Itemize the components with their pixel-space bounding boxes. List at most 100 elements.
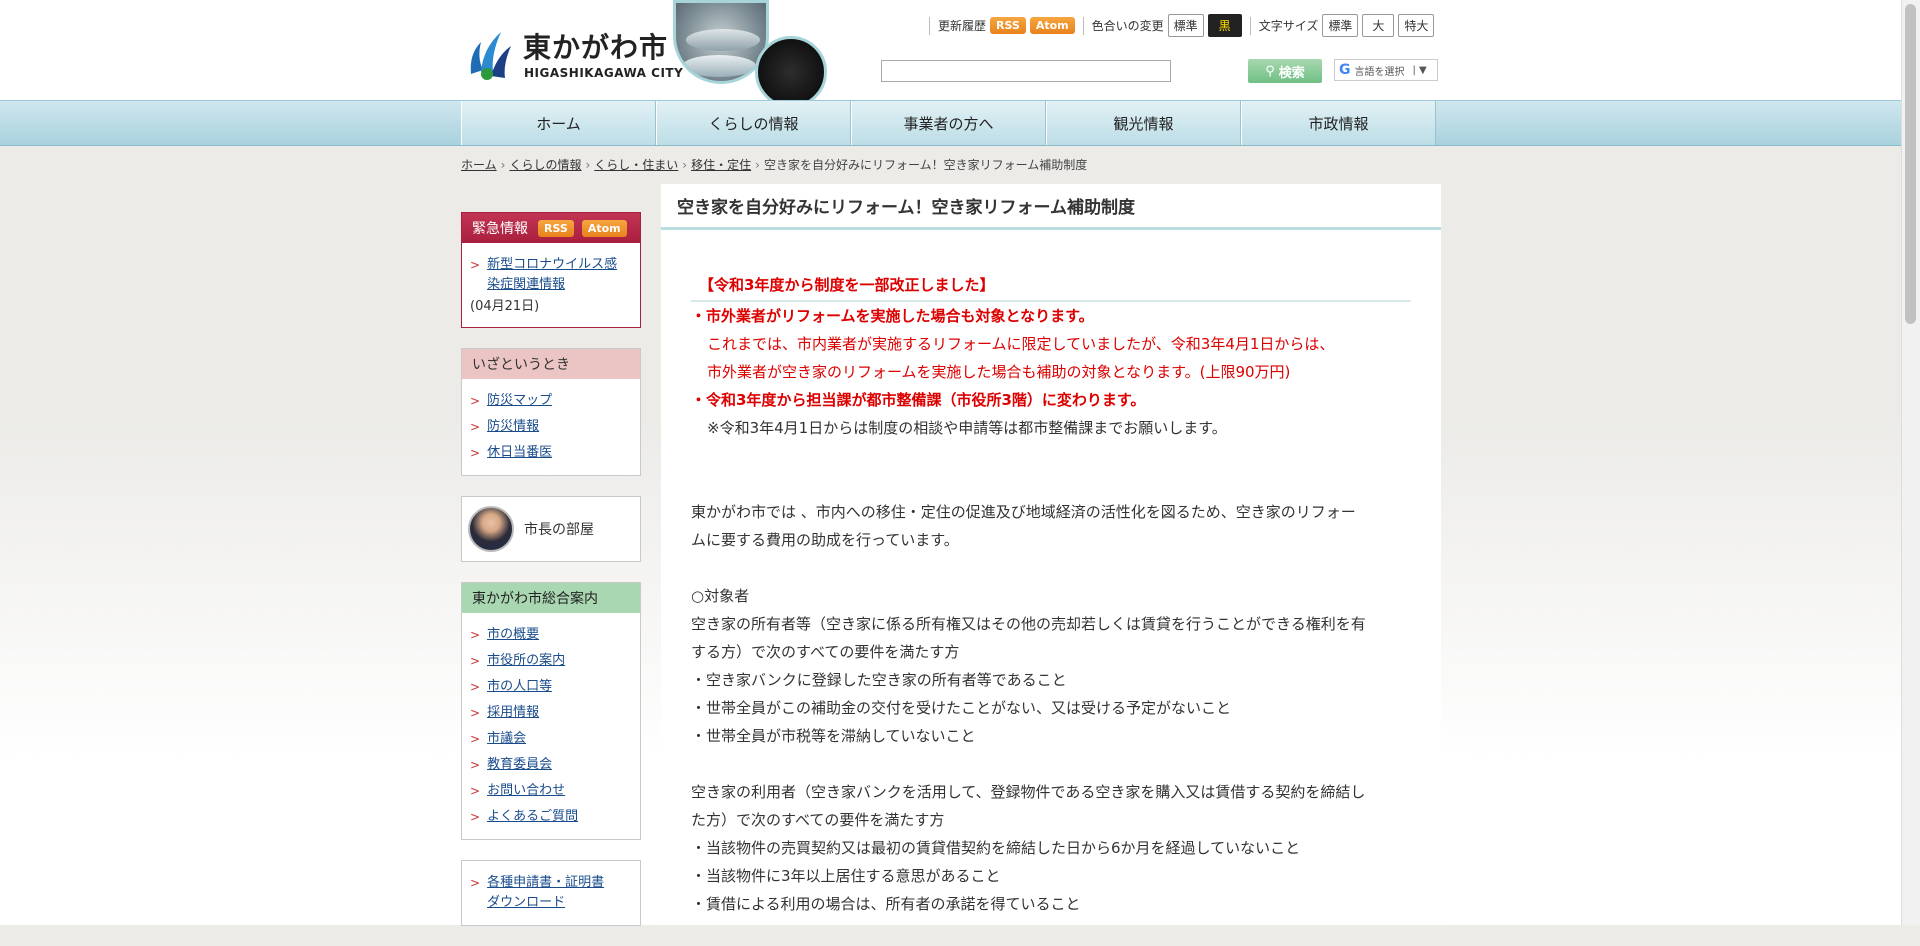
chevron-right-icon: >: [470, 706, 481, 720]
city-emblem-icon: [470, 32, 511, 80]
breadcrumb: ホーム › くらしの情報 › くらし・住まい › 移住・定住 › 空き家を自分好みにリフォーム！…: [461, 156, 1087, 173]
guide-box: 東かがわ市総合案内 > 市の概要 > 市役所の案内 > 市の人口等 > 採用情報 > 市議…: [461, 582, 641, 840]
guide-education-link[interactable]: 教育委員会: [487, 755, 552, 775]
paragraph-line: ・世帯全員がこの補助金の交付を受けたことがない、又は受ける予定がないこと: [691, 699, 1232, 717]
download-link[interactable]: 各種申請書・証明書 ダウンロード: [487, 873, 604, 913]
language-select-label: 言語を選択: [1354, 66, 1405, 78]
emergency-rss-button[interactable]: RSS: [538, 219, 574, 237]
paragraph-line: する方）で次のすべての要件を満たす方: [691, 643, 960, 661]
holiday-doctor-link[interactable]: 休日当番医: [487, 443, 552, 463]
guide-contact-link[interactable]: お問い合わせ: [487, 781, 565, 801]
emergency-box: 緊急情報 RSS Atom > 新型コロナウイルス感 染症関連情報 (04月21日…: [461, 212, 641, 328]
font-standard-button[interactable]: 標準: [1322, 14, 1359, 37]
nav-city-admin[interactable]: 市政情報: [1241, 101, 1436, 145]
header-tools: 更新履歴 RSS Atom 色合いの変更 標準 黒 文字サイズ 標準 大 特大: [921, 14, 1435, 37]
chevron-right-icon: >: [470, 784, 481, 798]
emergency-atom-button[interactable]: Atom: [581, 219, 627, 237]
site-header: 東かがわ市 HIGASHIKAGAWA CITY 更新履歴 RSS Atom 色…: [0, 0, 1902, 108]
emergency-body: > 新型コロナウイルス感 染症関連情報 (04月21日): [462, 243, 640, 327]
notice-line: 市外業者が空き家のリフォームを実施した場合も補助の対象となります。(上限90万円…: [707, 363, 1291, 381]
paragraph-line: ・空き家バンクに登録した空き家の所有者等であること: [691, 671, 1067, 689]
color-change-label: 色合いの変更: [1091, 19, 1164, 33]
guide-body: > 市の概要 > 市役所の案内 > 市の人口等 > 採用情報 > 市議会 > 教育委員会 >…: [462, 613, 640, 839]
emergency-title: 緊急情報: [472, 221, 528, 237]
mayor-avatar: [468, 506, 514, 552]
scrollbar-thumb[interactable]: [1905, 4, 1916, 324]
font-xlarge-button[interactable]: 特大: [1398, 14, 1435, 37]
guide-population-link[interactable]: 市の人口等: [487, 677, 552, 697]
paragraph-line: ・当該物件に3年以上居住する意思があること: [691, 867, 1001, 885]
paragraph-line: ・世帯全員が市税等を滞納していないこと: [691, 727, 976, 745]
list-item: > 教育委員会: [470, 755, 632, 775]
list-item: > 防災情報: [470, 417, 632, 437]
list-item: > 市の人口等: [470, 677, 632, 697]
search-input[interactable]: [881, 60, 1171, 82]
disaster-info-link[interactable]: 防災情報: [487, 417, 539, 437]
list-item: > 防災マップ: [470, 391, 632, 411]
chevron-right-icon: >: [470, 628, 481, 642]
main-content: 空き家を自分好みにリフォーム！空き家リフォーム補助制度 【令和3年度から制度を一…: [661, 184, 1441, 925]
site-logo[interactable]: 東かがわ市 HIGASHIKAGAWA CITY: [467, 26, 683, 86]
breadcrumb-separator-icon: ›: [682, 158, 688, 172]
nav-home[interactable]: ホーム: [461, 101, 656, 145]
color-standard-button[interactable]: 標準: [1167, 14, 1204, 37]
chevron-right-icon: >: [470, 654, 481, 668]
font-size-label: 文字サイズ: [1258, 19, 1319, 33]
list-item: > 採用情報: [470, 703, 632, 723]
emergency-date: (04月21日): [470, 299, 540, 314]
dropdown-arrow-icon: | ▼: [1412, 64, 1427, 76]
site-name-english: HIGASHIKAGAWA CITY: [524, 66, 684, 80]
color-black-button[interactable]: 黒: [1207, 14, 1242, 37]
divider: [1249, 16, 1251, 35]
sidebar: 緊急情報 RSS Atom > 新型コロナウイルス感 染症関連情報 (04月21日…: [461, 212, 641, 946]
page-title: 空き家を自分好みにリフォーム！空き家リフォーム補助制度: [661, 184, 1441, 230]
guide-faq-link[interactable]: よくあるご質問: [487, 807, 578, 827]
font-large-button[interactable]: 大: [1362, 14, 1395, 37]
mayor-room-link[interactable]: 市長の部屋: [461, 496, 641, 562]
covid-info-link[interactable]: 新型コロナウイルス感 染症関連情報: [487, 255, 617, 295]
guide-cityhall-link[interactable]: 市役所の案内: [487, 651, 565, 671]
guide-overview-link[interactable]: 市の概要: [487, 625, 539, 645]
nav-business[interactable]: 事業者の方へ: [851, 101, 1046, 145]
nav-tourism[interactable]: 観光情報: [1046, 101, 1241, 145]
fish-shape: [682, 55, 756, 77]
breadcrumb-separator-icon: ›: [585, 158, 591, 172]
glove-photo: [755, 36, 827, 108]
download-box: > 各種申請書・証明書 ダウンロード: [461, 860, 641, 926]
guide-recruit-link[interactable]: 採用情報: [487, 703, 539, 723]
breadcrumb-living[interactable]: くらしの情報: [509, 158, 581, 172]
section-heading: ○対象者: [691, 587, 750, 605]
header-inner: 東かがわ市 HIGASHIKAGAWA CITY 更新履歴 RSS Atom 色…: [461, 0, 1441, 108]
google-icon: G: [1339, 62, 1351, 78]
paragraph-line: 空き家の利用者（空き家バンクを活用して、登録物件である空き家を購入又は賃借する契…: [691, 783, 1366, 801]
language-select[interactable]: G 言語を選択 | ▼: [1334, 59, 1438, 81]
list-item: > お問い合わせ: [470, 781, 632, 801]
disaster-map-link[interactable]: 防災マップ: [487, 391, 552, 411]
list-item: > 市議会: [470, 729, 632, 749]
breadcrumb-housing[interactable]: くらし・住まい: [594, 158, 678, 172]
paragraph-line: ・当該物件の売買契約又は最初の賃貸借契約を締結した日から6か月を経過していないこ…: [691, 839, 1301, 857]
update-history-label: 更新履歴: [938, 19, 987, 33]
paragraph-line: た方）で次のすべての要件を満たす方: [691, 811, 945, 829]
mayor-room-label: 市長の部屋: [524, 522, 594, 538]
list-item: > よくあるご質問: [470, 807, 632, 827]
disaster-box: いざというとき > 防災マップ > 防災情報 > 休日当番医: [461, 348, 641, 476]
guide-council-link[interactable]: 市議会: [487, 729, 526, 749]
breadcrumb-home[interactable]: ホーム: [461, 158, 497, 172]
chevron-right-icon: >: [470, 446, 481, 460]
page-scrollbar[interactable]: [1901, 0, 1920, 925]
list-item: > 市役所の案内: [470, 651, 632, 671]
search-button-label: 検索: [1278, 65, 1305, 81]
chevron-right-icon: >: [470, 394, 481, 408]
search-button[interactable]: ⚲ 検索: [1248, 59, 1322, 83]
breadcrumb-relocation[interactable]: 移住・定住: [691, 158, 751, 172]
nav-living[interactable]: くらしの情報: [656, 101, 851, 145]
atom-button[interactable]: Atom: [1029, 17, 1075, 34]
paragraph-line: 東かがわ市では 、市内への移住・定住の促進及び地域経済の活性化を図るため、空き家…: [691, 503, 1356, 521]
rss-button[interactable]: RSS: [990, 17, 1026, 34]
list-item: > 休日当番医: [470, 443, 632, 463]
notice-line: ※令和3年4月1日からは制度の相談や申請等は都市整備課までお願いします。: [707, 419, 1227, 437]
search-icon: ⚲: [1265, 63, 1275, 79]
divider: [929, 16, 930, 35]
